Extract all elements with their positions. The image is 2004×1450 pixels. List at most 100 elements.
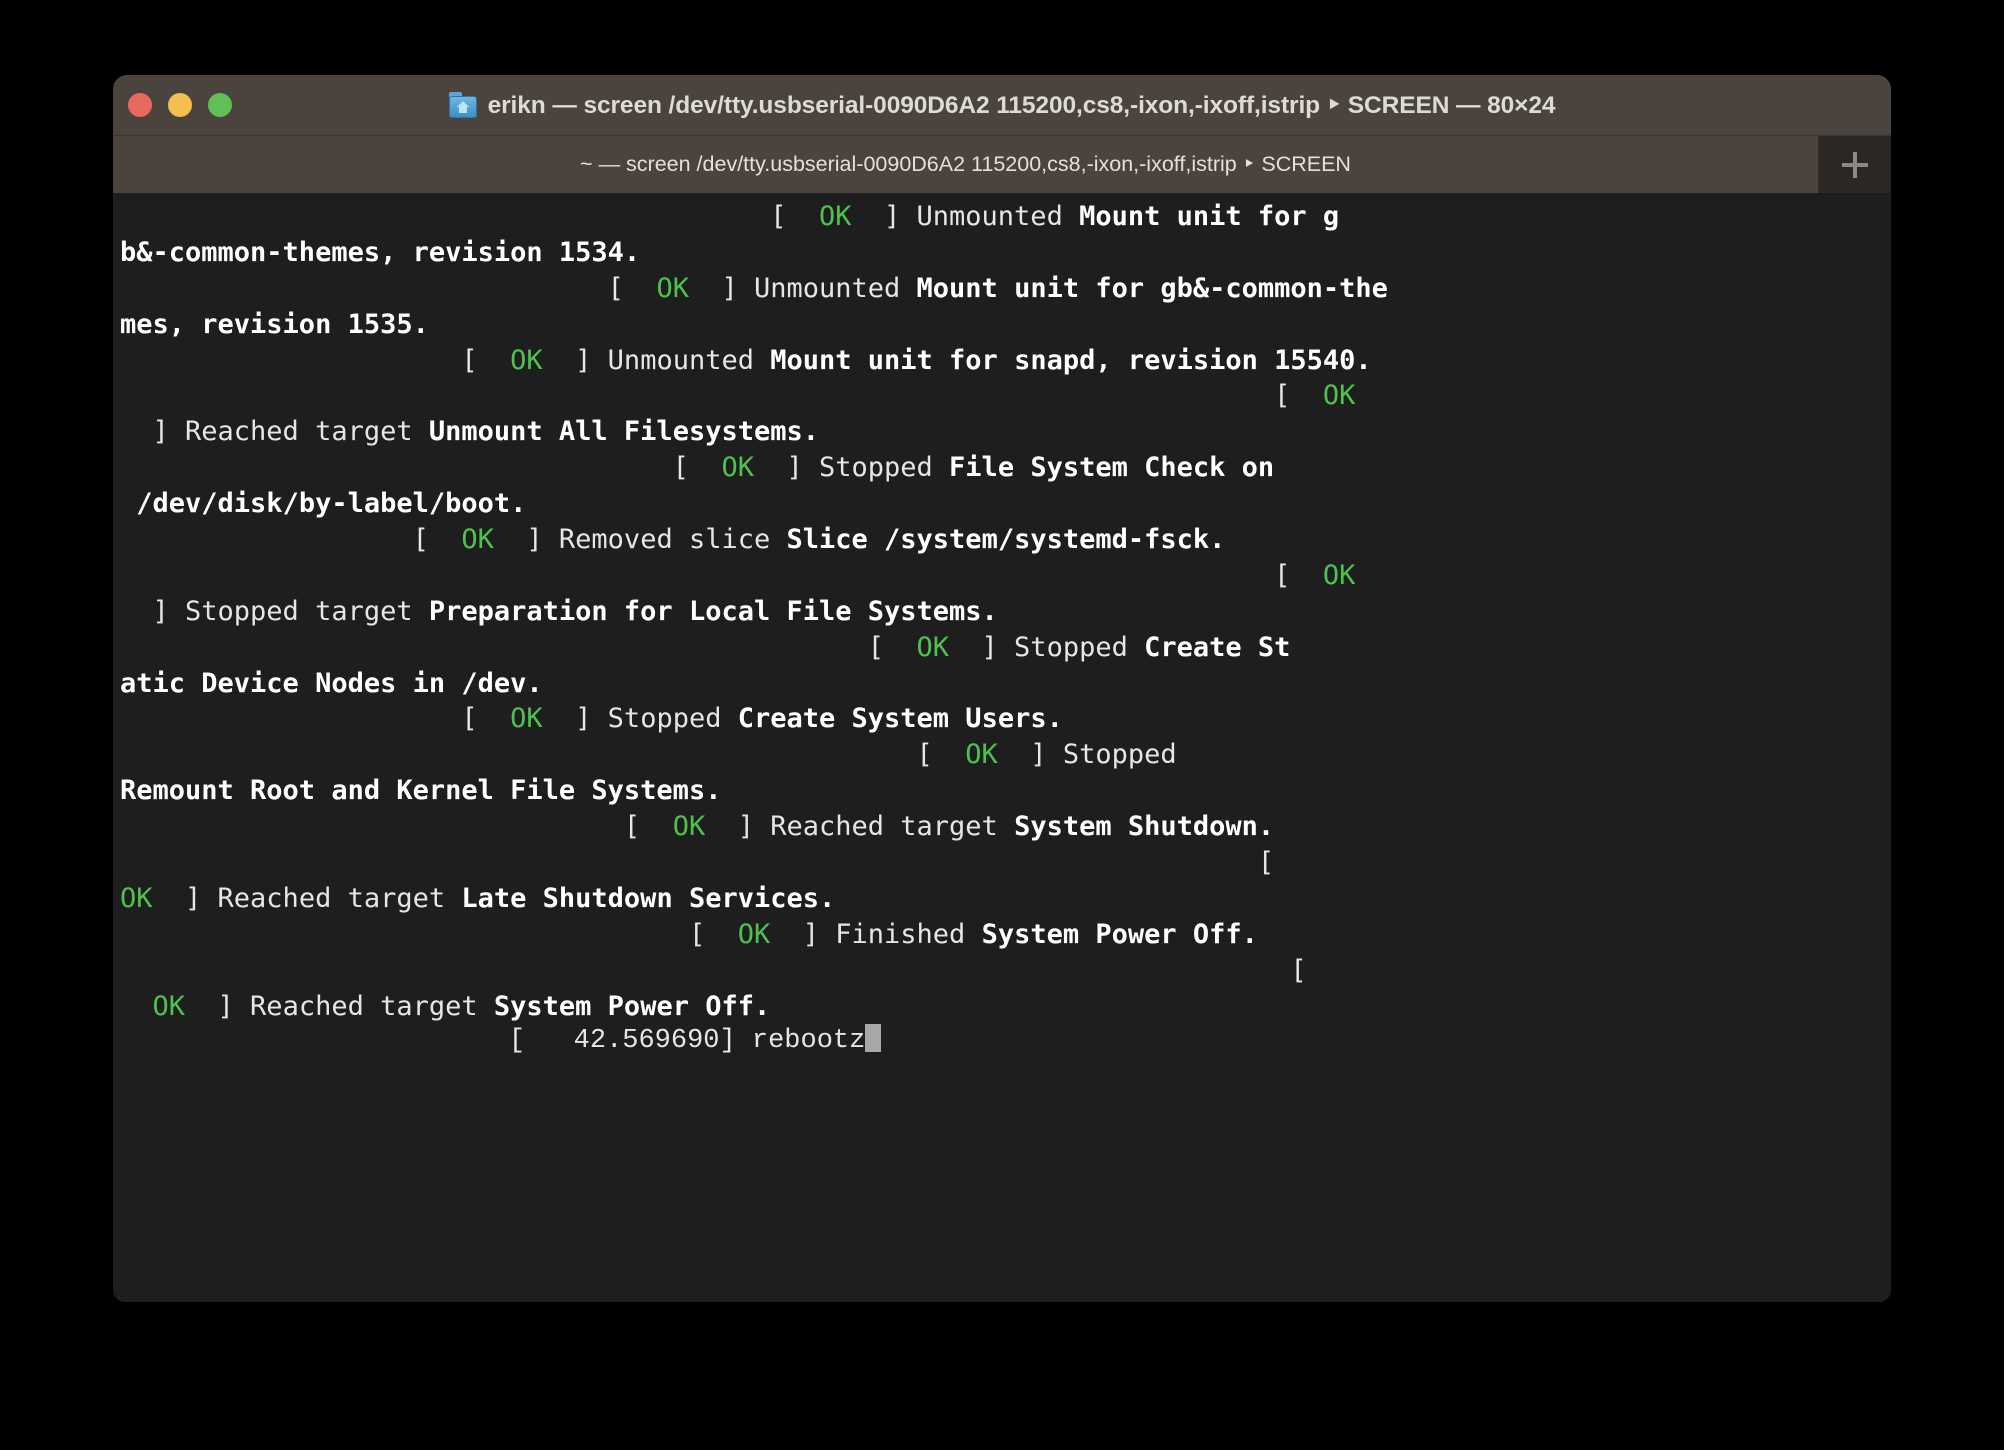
unit-name: Mount unit for snapd, revision 15540. bbox=[770, 344, 1372, 376]
status-ok: OK bbox=[721, 452, 754, 484]
log-text: [ bbox=[120, 703, 511, 735]
status-ok: OK bbox=[461, 524, 494, 556]
log-text: ] Reached target bbox=[185, 990, 494, 1022]
unit-name: Mount unit for gb&-common-the bbox=[916, 272, 1388, 304]
terminal-line: [ OK ] Removed slice Slice /system/syste… bbox=[120, 522, 1891, 558]
log-text: ] Stopped bbox=[542, 703, 738, 735]
window-titlebar[interactable]: erikn — screen /dev/tty.usbserial-0090D6… bbox=[113, 75, 1891, 136]
status-ok: OK bbox=[656, 272, 689, 304]
status-ok: OK bbox=[737, 918, 771, 950]
home-folder-icon bbox=[448, 92, 477, 118]
window-title: erikn — screen /dev/tty.usbserial-0090D6… bbox=[487, 92, 1556, 119]
status-ok: OK bbox=[916, 631, 950, 663]
window-controls bbox=[128, 75, 232, 135]
log-text: [ bbox=[120, 201, 819, 232]
unit-name: Remount Root and Kernel File Systems. bbox=[120, 775, 722, 807]
terminal-line: [ 42.569690] rebootz bbox=[120, 1024, 1891, 1060]
terminal-line: [ OK bbox=[120, 378, 1891, 414]
unit-name: b&-common-themes, revision 1534. bbox=[120, 236, 641, 268]
terminal-line: [ OK ] Stopped Create System Users. bbox=[120, 701, 1891, 737]
unit-name: Create System Users. bbox=[737, 703, 1063, 735]
unit-name: /dev/disk/by-label/boot. bbox=[136, 488, 527, 520]
log-text: ] Finished bbox=[770, 918, 982, 950]
close-button[interactable] bbox=[128, 93, 152, 117]
plus-icon bbox=[1842, 151, 1868, 178]
log-text: ] Reached target bbox=[152, 882, 462, 914]
desktop-background: erikn — screen /dev/tty.usbserial-0090D6… bbox=[0, 0, 2004, 1450]
unit-name: Slice /system/systemd-fsck. bbox=[786, 524, 1226, 556]
log-text: ] Stopped bbox=[949, 631, 1145, 663]
terminal-line: [ OK ] Unmounted Mount unit for gb&-comm… bbox=[120, 271, 1891, 307]
new-tab-button[interactable] bbox=[1819, 136, 1891, 193]
status-ok: OK bbox=[818, 201, 852, 232]
status-ok: OK bbox=[510, 344, 543, 376]
unit-name: mes, revision 1535. bbox=[120, 308, 429, 340]
terminal-line: b&-common-themes, revision 1534. bbox=[120, 235, 1891, 271]
tab-label: ~ — screen /dev/tty.usbserial-0090D6A2 1… bbox=[580, 152, 1351, 176]
text-cursor bbox=[865, 1024, 882, 1053]
log-text: [ bbox=[120, 524, 462, 556]
log-text: ] Stopped target bbox=[120, 595, 429, 627]
log-text: ] Unmounted bbox=[542, 344, 771, 376]
unit-name: System Shutdown. bbox=[1014, 811, 1275, 843]
unit-name: System Power Off. bbox=[981, 918, 1258, 950]
terminal-line: [ OK ] Reached target System Shutdown. bbox=[120, 809, 1891, 845]
status-ok: OK bbox=[1322, 380, 1356, 412]
terminal-line: ] Reached target Unmount All Filesystems… bbox=[120, 414, 1891, 450]
terminal-line: [ OK ] Stopped bbox=[120, 737, 1891, 773]
tab-bar: ~ — screen /dev/tty.usbserial-0090D6A2 1… bbox=[113, 136, 1891, 193]
status-ok: OK bbox=[120, 882, 153, 914]
terminal-line: /dev/disk/by-label/boot. bbox=[120, 486, 1891, 522]
terminal-line: mes, revision 1535. bbox=[120, 307, 1891, 343]
status-ok: OK bbox=[1322, 559, 1356, 591]
log-text: [ bbox=[120, 739, 966, 771]
terminal-line: [ bbox=[120, 845, 1891, 881]
terminal-window: erikn — screen /dev/tty.usbserial-0090D6… bbox=[113, 75, 1891, 1302]
log-text: [ bbox=[120, 954, 1307, 986]
log-text: [ bbox=[120, 344, 511, 376]
log-text: ] Stopped bbox=[753, 452, 950, 484]
log-text: ] Unmounted bbox=[851, 201, 1080, 232]
terminal-line: [ bbox=[120, 953, 1891, 989]
terminal-line: OK ] Reached target System Power Off. bbox=[120, 989, 1891, 1025]
log-text: [ 42.569690] rebootz bbox=[120, 1026, 866, 1057]
terminal-line: [ OK ] Unmounted Mount unit for snapd, r… bbox=[120, 343, 1891, 379]
tab-screen-session[interactable]: ~ — screen /dev/tty.usbserial-0090D6A2 1… bbox=[113, 136, 1819, 193]
unit-name: Unmount All Filesystems. bbox=[428, 416, 819, 448]
log-text: [ bbox=[120, 559, 1323, 591]
unit-name: Mount unit for g bbox=[1079, 201, 1340, 232]
status-ok: OK bbox=[672, 811, 706, 843]
status-ok: OK bbox=[152, 990, 186, 1022]
log-text: [ bbox=[120, 811, 673, 843]
log-text: [ bbox=[120, 918, 738, 950]
terminal-line: Remount Root and Kernel File Systems. bbox=[120, 773, 1891, 809]
unit-name: File System Check on bbox=[949, 452, 1275, 484]
log-text: ] Unmounted bbox=[688, 272, 917, 304]
zoom-button[interactable] bbox=[208, 93, 232, 117]
terminal-line: [ OK bbox=[120, 558, 1891, 594]
terminal-line: [ OK ] Stopped File System Check on bbox=[120, 450, 1891, 486]
status-ok: OK bbox=[510, 703, 543, 735]
unit-name: Create St bbox=[1144, 631, 1291, 663]
log-text: [ bbox=[120, 272, 657, 304]
window-title-group: erikn — screen /dev/tty.usbserial-0090D6… bbox=[448, 90, 1556, 120]
unit-name: atic Device Nodes in /dev. bbox=[120, 667, 543, 699]
minimize-button[interactable] bbox=[168, 93, 192, 117]
terminal-line: [ OK ] Stopped Create St bbox=[120, 630, 1891, 666]
terminal-line: atic Device Nodes in /dev. bbox=[120, 666, 1891, 702]
log-text: [ bbox=[120, 847, 1275, 879]
log-text: [ bbox=[120, 631, 917, 663]
log-text: [ bbox=[120, 452, 722, 484]
status-ok: OK bbox=[965, 739, 998, 771]
log-text: ] Reached target bbox=[705, 811, 1015, 843]
log-text: ] Removed slice bbox=[493, 524, 787, 556]
unit-name: System Power Off. bbox=[493, 990, 771, 1022]
log-text: [ bbox=[120, 380, 1323, 412]
unit-name: Late Shutdown Services. bbox=[461, 882, 836, 914]
unit-name: Preparation for Local File Systems. bbox=[428, 595, 998, 627]
terminal-output[interactable]: [ OK ] Unmounted Mount unit for g b&-comm… bbox=[113, 193, 1891, 1302]
terminal-line: [ OK ] Unmounted Mount unit for g bbox=[120, 199, 1891, 235]
log-text: ] Stopped bbox=[997, 739, 1177, 771]
